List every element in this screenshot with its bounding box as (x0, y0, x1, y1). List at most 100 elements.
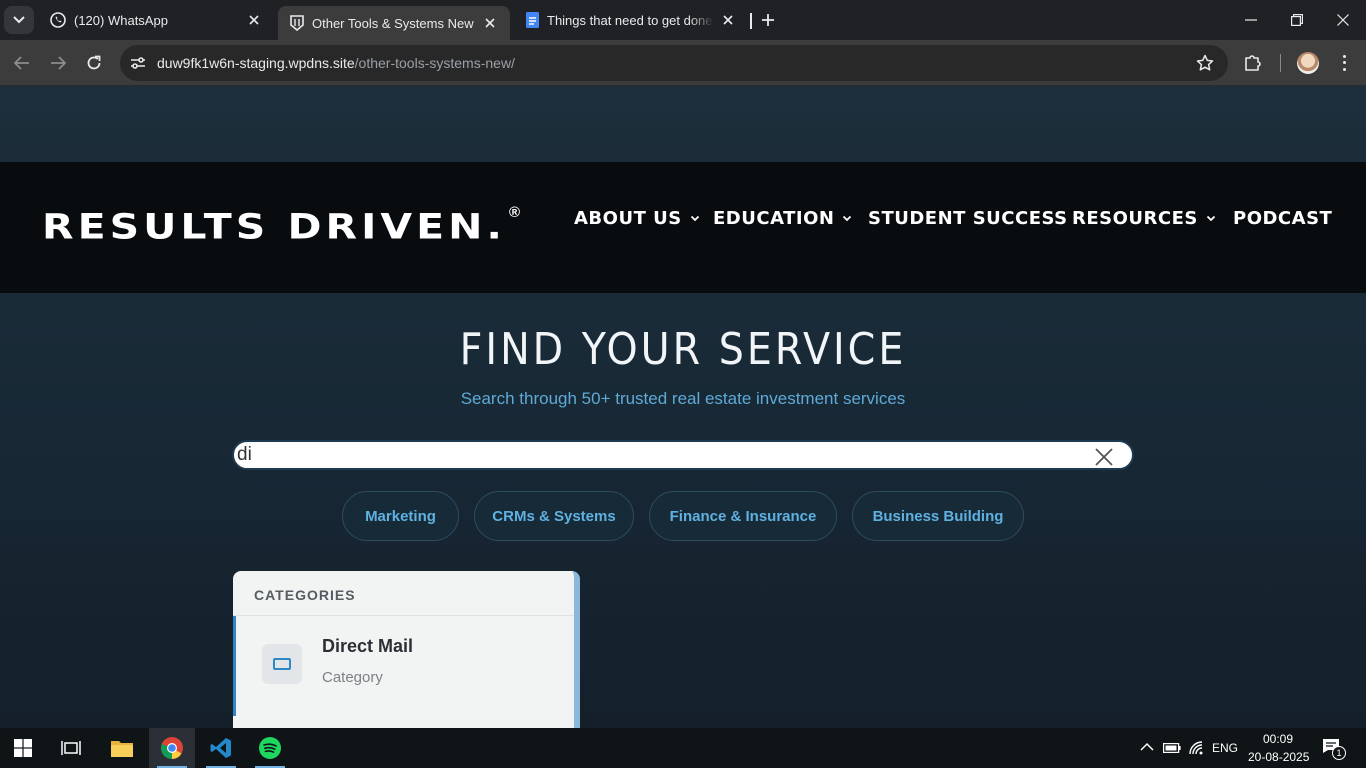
restore-icon (1291, 14, 1303, 26)
browser-toolbar: duw9fk1w6n-staging.wpdns.site/other-tool… (0, 40, 1366, 86)
clock-date[interactable]: 20-08-2025 (1248, 750, 1309, 764)
close-tab-button[interactable] (720, 12, 736, 28)
chevron-down-icon (13, 16, 25, 24)
service-search-box (232, 440, 1134, 470)
chevron-down-icon (1206, 213, 1216, 223)
tab-title: (120) WhatsApp (74, 12, 168, 28)
reload-icon (87, 55, 101, 70)
tab-google-doc[interactable]: Things that need to get done - G (514, 0, 748, 40)
close-window-button[interactable] (1320, 0, 1366, 40)
menu-dot (1342, 61, 1346, 65)
notification-badge: 1 (1332, 746, 1346, 760)
reload-button[interactable] (82, 51, 106, 75)
browser-menu-button[interactable] (1336, 53, 1352, 73)
tab-title: Other Tools & Systems New | Re (312, 15, 476, 31)
close-icon (485, 18, 495, 28)
suggestion-type: Category (322, 669, 383, 686)
whatsapp-icon (50, 12, 66, 28)
toolbar-divider (1280, 54, 1281, 72)
search-suggestions-dropdown: CATEGORIES Direct Mail Category (233, 571, 580, 728)
chevron-down-icon (690, 213, 700, 223)
nav-label: EDUCATION (713, 207, 835, 229)
filter-chip-finance-insurance[interactable]: Finance & Insurance (649, 491, 837, 541)
chevron-up-icon[interactable] (1140, 742, 1154, 752)
close-tab-button[interactable] (482, 15, 498, 31)
nav-label: STUDENT SUCCESS (868, 207, 1068, 229)
nav-podcast[interactable]: PODCAST (1233, 206, 1332, 230)
back-button[interactable] (10, 51, 34, 75)
forward-button[interactable] (46, 51, 70, 75)
page-title: FIND YOUR SERVICE (459, 324, 907, 375)
restore-button[interactable] (1274, 0, 1320, 40)
menu-dot (1342, 68, 1346, 72)
url-path: /other-tools-systems-new/ (354, 55, 515, 71)
nav-about-us[interactable]: ABOUT US (574, 206, 700, 230)
start-button[interactable] (0, 728, 46, 768)
google-docs-icon (526, 12, 539, 28)
nav-label: PODCAST (1233, 207, 1333, 229)
nav-label: RESOURCES (1072, 207, 1198, 229)
spotify-taskbar-button[interactable] (247, 728, 293, 768)
extensions-icon[interactable] (1243, 53, 1265, 73)
suggestions-heading: CATEGORIES (254, 587, 356, 603)
address-bar[interactable]: duw9fk1w6n-staging.wpdns.site/other-tool… (120, 45, 1228, 81)
close-icon (1337, 14, 1349, 26)
minimize-button[interactable] (1228, 0, 1274, 40)
notifications-button[interactable]: 1 (1322, 738, 1350, 760)
nav-resources[interactable]: RESOURCES (1072, 206, 1216, 230)
profile-avatar[interactable] (1297, 52, 1319, 74)
spotify-icon (259, 737, 281, 759)
chrome-icon (161, 737, 183, 759)
vscode-icon (210, 738, 231, 758)
nav-student-success[interactable]: STUDENT SUCCESS (868, 206, 1068, 230)
close-icon (723, 15, 733, 25)
battery-icon[interactable] (1163, 743, 1181, 753)
clock-time[interactable]: 00:09 (1263, 732, 1293, 746)
tab-separator (750, 13, 752, 29)
start-icon (14, 739, 32, 757)
tab-search-button[interactable] (4, 6, 34, 34)
search-input[interactable] (237, 444, 1057, 466)
filter-chip-marketing[interactable]: Marketing (342, 491, 459, 541)
file-explorer-button[interactable] (99, 728, 145, 768)
page-subtitle: Search through 50+ trusted real estate i… (460, 389, 906, 408)
vscode-taskbar-button[interactable] (198, 728, 244, 768)
site-header: RESULTS DRIVEN. ® ABOUT US EDUCATION STU… (0, 162, 1366, 293)
web-page: RESULTS DRIVEN. ® ABOUT US EDUCATION STU… (0, 86, 1366, 728)
nav-education[interactable]: EDUCATION (713, 206, 852, 230)
filter-chip-business-building[interactable]: Business Building (852, 491, 1024, 541)
site-info-button[interactable] (128, 53, 148, 73)
task-view-icon (61, 741, 81, 755)
tab-title: Things that need to get done - G (547, 12, 714, 28)
close-tab-button[interactable] (246, 12, 262, 28)
language-indicator[interactable]: ENG (1212, 741, 1238, 755)
arrow-right-icon (51, 56, 66, 70)
close-icon (249, 15, 259, 25)
arrow-left-icon (14, 56, 29, 70)
file-explorer-icon (111, 741, 133, 757)
wifi-icon[interactable] (1188, 740, 1204, 756)
menu-dot (1342, 54, 1346, 58)
tab-whatsapp[interactable]: (120) WhatsApp (38, 0, 274, 40)
suggestion-item[interactable]: Direct Mail Category (233, 616, 574, 716)
nav-label: ABOUT US (574, 207, 682, 229)
chrome-taskbar-button[interactable] (149, 728, 195, 768)
mail-icon (262, 644, 302, 684)
plus-icon (762, 14, 774, 26)
url-text: duw9fk1w6n-staging.wpdns.site/other-tool… (157, 55, 515, 71)
registered-mark: ® (509, 204, 521, 221)
top-banner (0, 86, 1366, 162)
site-favicon (290, 15, 304, 31)
tune-icon (131, 57, 145, 69)
browser-tab-strip: (120) WhatsApp Other Tools & Systems New… (0, 0, 1366, 40)
clear-search-icon[interactable] (1094, 448, 1114, 466)
bookmark-star-icon[interactable] (1196, 54, 1214, 72)
url-domain: duw9fk1w6n-staging.wpdns.site (157, 55, 355, 71)
filter-chip-crms-systems[interactable]: CRMs & Systems (474, 491, 634, 541)
new-tab-button[interactable] (758, 10, 778, 30)
chevron-down-icon (842, 213, 852, 223)
site-logo[interactable]: RESULTS DRIVEN. (42, 206, 506, 247)
tab-other-tools[interactable]: Other Tools & Systems New | Re (278, 6, 510, 40)
task-view-button[interactable] (48, 728, 94, 768)
minimize-icon (1245, 19, 1257, 21)
